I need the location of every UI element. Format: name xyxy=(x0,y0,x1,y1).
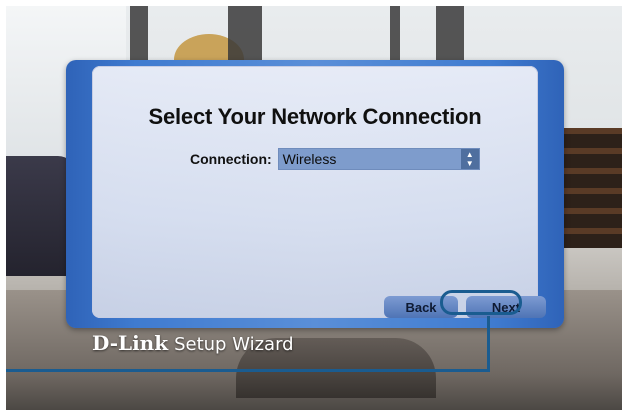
page-title: Select Your Network Connection xyxy=(148,104,482,129)
brand-footer: D-Link Setup Wizard xyxy=(92,331,294,355)
setup-wizard-window: Select Your Network Connection Connectio… xyxy=(66,60,564,328)
next-button-highlight xyxy=(440,290,522,315)
background-shelf xyxy=(562,128,622,248)
wizard-panel: Select Your Network Connection Connectio… xyxy=(92,66,546,318)
connection-row: Connection: Wireless ▲ ▼ xyxy=(190,148,480,170)
up-down-arrows-icon[interactable]: ▲ ▼ xyxy=(460,149,479,169)
connection-select[interactable]: Wireless ▲ ▼ xyxy=(277,148,480,170)
setup-wizard-label: Setup Wizard xyxy=(174,334,294,355)
connection-select-value: Wireless xyxy=(282,151,337,167)
callout-line-vertical xyxy=(487,316,490,372)
connection-label: Connection: xyxy=(190,151,272,167)
callout-line-horizontal xyxy=(6,369,490,372)
dlink-logo: D-Link xyxy=(92,331,169,355)
